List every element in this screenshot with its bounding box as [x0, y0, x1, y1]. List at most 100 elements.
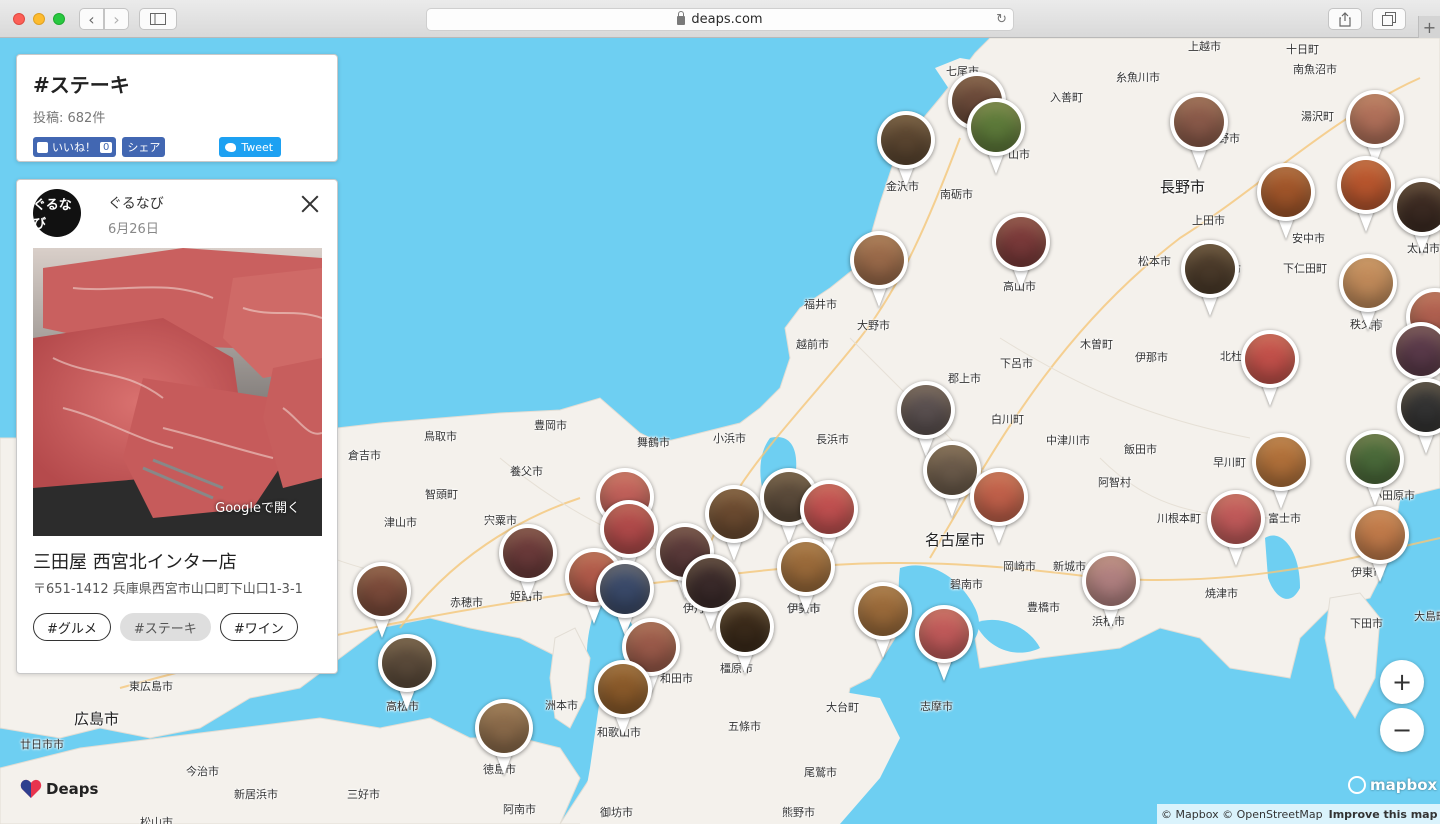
photo-pin[interactable]: [854, 582, 912, 662]
hashtag-title: #ステーキ: [33, 73, 130, 97]
place-label: 熊野市: [782, 806, 815, 819]
zoom-in-button[interactable]: +: [1380, 660, 1424, 704]
address-bar[interactable]: deaps.com ↻: [426, 8, 1014, 31]
place-label: 糸魚川市: [1116, 71, 1160, 84]
photo-pin[interactable]: [1170, 93, 1228, 173]
photo-pin[interactable]: [1082, 552, 1140, 632]
photo-pin[interactable]: [1346, 430, 1404, 510]
tag-gourmet[interactable]: #グルメ: [33, 613, 111, 641]
mapbox-logo[interactable]: mapbox: [1348, 776, 1437, 794]
hashtag-panel: #ステーキ 投稿: 682件 いいね！ 0 シェア Tweet: [16, 54, 338, 162]
photo-pin[interactable]: [594, 660, 652, 740]
tag-wine[interactable]: #ワイン: [219, 613, 298, 641]
photo-pin[interactable]: [992, 213, 1050, 293]
steak-photo-image: [33, 248, 322, 536]
new-tab-button[interactable]: +: [1418, 16, 1440, 38]
place-label: 入善町: [1050, 91, 1083, 104]
tweet-button[interactable]: Tweet: [219, 137, 282, 157]
photo-pin[interactable]: [777, 538, 835, 618]
place-label: 長浜市: [816, 433, 849, 446]
photo-pin[interactable]: [850, 231, 908, 311]
avatar[interactable]: ぐるなび: [33, 189, 81, 237]
place-label: 鳥取市: [424, 430, 457, 443]
photo-pin[interactable]: [967, 98, 1025, 178]
maximize-window-button[interactable]: [53, 13, 65, 25]
photo-pin[interactable]: [1393, 178, 1440, 258]
place-label: 智頭町: [425, 488, 458, 501]
photo-pin[interactable]: [1181, 240, 1239, 320]
sidebar-icon: [150, 13, 166, 25]
author-name[interactable]: ぐるなび: [108, 193, 164, 213]
photo-pin[interactable]: [353, 562, 411, 642]
minimize-window-button[interactable]: [33, 13, 45, 25]
place-label: 南魚沼市: [1293, 63, 1337, 76]
place-label: 早川町: [1213, 456, 1246, 469]
photo-pin[interactable]: [1351, 506, 1409, 586]
share-icon: [1339, 11, 1351, 27]
place-label: 洲本市: [545, 699, 578, 712]
photo-pin[interactable]: [716, 598, 774, 678]
photo-pin[interactable]: [1337, 156, 1395, 236]
post-count: 投稿: 682件: [33, 111, 106, 126]
sidebar-toggle-button[interactable]: [139, 8, 177, 30]
reload-icon[interactable]: ↻: [996, 12, 1007, 27]
place-label: 東広島市: [129, 680, 173, 693]
social-buttons: いいね！ 0 シェア Tweet: [33, 137, 321, 157]
post-date: 6月26日: [108, 222, 159, 237]
place-label: 福井市: [804, 298, 837, 311]
deaps-logo[interactable]: Deaps: [20, 779, 98, 799]
back-button[interactable]: ‹: [79, 8, 104, 30]
zoom-out-button[interactable]: −: [1380, 708, 1424, 752]
open-in-google-link[interactable]: Googleで開く: [215, 497, 300, 516]
place-label: 阿南市: [503, 803, 536, 816]
place-label: 今治市: [186, 765, 219, 778]
lock-icon: [677, 11, 686, 25]
place-label: 下呂市: [1000, 357, 1033, 370]
place-label: 中津川市: [1046, 434, 1090, 447]
browser-toolbar: ‹ › deaps.com ↻ +: [0, 0, 1440, 38]
photo-pin[interactable]: [1241, 330, 1299, 410]
place-label: 廿日市市: [20, 738, 64, 751]
tabs-icon: [1382, 12, 1396, 26]
photo-pin[interactable]: [877, 111, 935, 191]
place-label: 豊岡市: [534, 419, 567, 432]
map-attribution: © Mapbox © OpenStreetMap Improve this ma…: [1157, 804, 1440, 824]
close-icon[interactable]: [299, 193, 321, 215]
post-detail-panel: ぐるなび ぐるなび 6月26日 Googleで開く 三田屋 西宮北インター店 〒…: [16, 179, 338, 674]
place-label: 下田市: [1350, 617, 1383, 630]
place-label: 広島市: [74, 710, 120, 728]
attribution-text[interactable]: © Mapbox © OpenStreetMap: [1161, 808, 1323, 821]
forward-button[interactable]: ›: [104, 8, 129, 30]
tab-overview-button[interactable]: [1372, 8, 1406, 30]
post-photo[interactable]: Googleで開く: [33, 248, 322, 536]
place-label: 越前市: [796, 338, 829, 351]
deaps-heart-icon: [20, 779, 42, 798]
like-label: いいね！: [52, 141, 96, 154]
mapbox-label: mapbox: [1370, 776, 1438, 794]
photo-pin[interactable]: [1207, 490, 1265, 570]
share-button[interactable]: [1328, 8, 1362, 30]
facebook-like-button[interactable]: いいね！ 0: [33, 137, 117, 157]
place-label: 大野市: [857, 319, 890, 332]
photo-pin[interactable]: [970, 468, 1028, 548]
photo-pin[interactable]: [499, 524, 557, 604]
photo-pin[interactable]: [1339, 254, 1397, 334]
photo-pin[interactable]: [475, 699, 533, 779]
post-header: ぐるなび ぐるなび 6月26日: [33, 180, 321, 248]
photo-pin[interactable]: [378, 634, 436, 714]
place-label: 焼津市: [1205, 587, 1238, 600]
facebook-share-button[interactable]: シェア: [122, 137, 166, 157]
tag-steak[interactable]: #ステーキ: [119, 613, 211, 641]
photo-pin[interactable]: [915, 605, 973, 685]
place-label: 尾鷲市: [804, 766, 837, 779]
photo-pin[interactable]: [1257, 163, 1315, 243]
place-label: 津山市: [384, 516, 417, 529]
place-label: 上越市: [1188, 40, 1221, 53]
improve-map-link[interactable]: Improve this map: [1329, 808, 1438, 821]
shop-name[interactable]: 三田屋 西宮北インター店: [33, 548, 237, 574]
place-label: 上田市: [1192, 214, 1225, 227]
place-label: 下仁田町: [1283, 262, 1327, 275]
twitter-bird-icon: [225, 142, 237, 152]
like-count: 0: [100, 141, 113, 153]
close-window-button[interactable]: [13, 13, 25, 25]
